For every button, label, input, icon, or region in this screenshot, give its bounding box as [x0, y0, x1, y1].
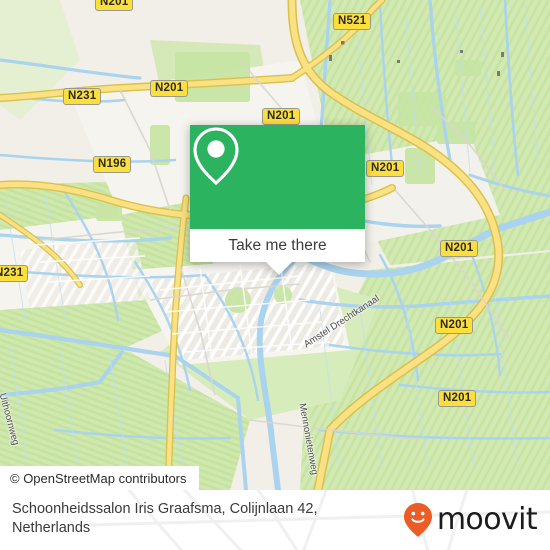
moovit-map-page: N521 N201 N231 N201 N196 N201 N201 N201 … [0, 0, 550, 550]
attribution-text: © OpenStreetMap contributors [10, 470, 187, 486]
road-shield: N231 [0, 265, 29, 282]
map-canvas[interactable]: N521 N201 N231 N201 N196 N201 N201 N201 … [0, 0, 550, 490]
place-address-line2: Netherlands [12, 520, 91, 536]
take-me-there-button[interactable]: Take me there [190, 229, 365, 262]
footer-bar: Schoonheidssalon Iris Graafsma, Colijnla… [0, 490, 550, 550]
take-me-there-label: Take me there [228, 236, 327, 254]
road-shield: N201 [150, 80, 189, 97]
road-shield: N201 [438, 390, 477, 407]
callout-card-header [190, 125, 365, 229]
road-shield: N201 [366, 160, 405, 177]
callout-tail [266, 262, 292, 275]
moovit-logo[interactable]: moovit [403, 502, 538, 537]
road-shield: N196 [93, 156, 132, 173]
moovit-wordmark: moovit [436, 502, 538, 537]
road-shield: N201 [95, 0, 134, 11]
location-callout-card[interactable]: Take me there [190, 125, 365, 275]
place-address-line1: Schoonheidssalon Iris Graafsma, Colijnla… [12, 501, 318, 517]
map-attribution: © OpenStreetMap contributors [0, 466, 199, 490]
map-pin-icon [193, 127, 239, 186]
road-shield: N201 [435, 317, 474, 334]
place-address: Schoonheidssalon Iris Graafsma, Colijnla… [12, 500, 402, 538]
moovit-smiley-pin-icon [403, 503, 432, 537]
road-shield: N201 [262, 108, 301, 125]
road-shield: N521 [333, 13, 372, 30]
road-shield: N201 [440, 240, 479, 257]
road-shield: N231 [63, 88, 102, 105]
